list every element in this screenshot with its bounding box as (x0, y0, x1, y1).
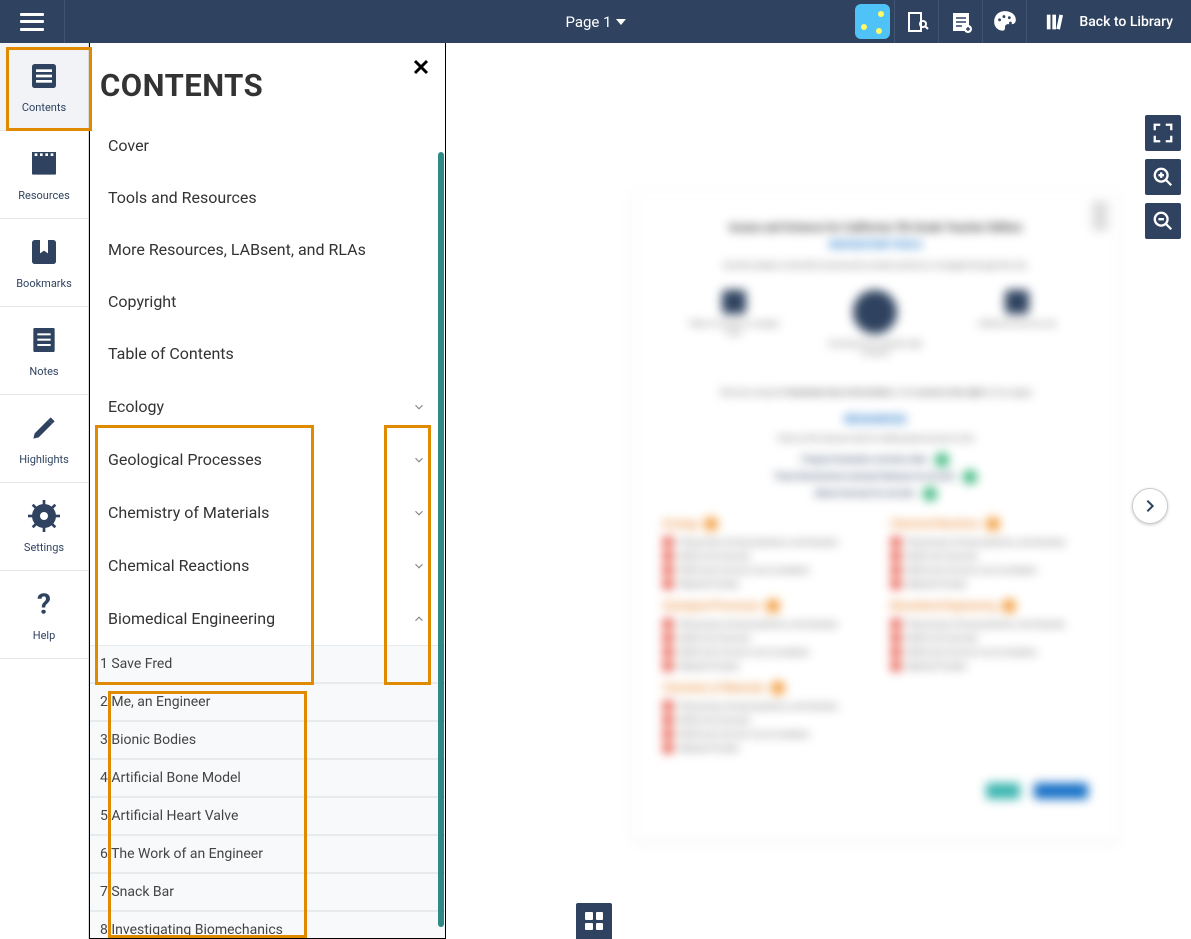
back-to-library-label: Back to Library (1079, 14, 1173, 30)
toc-section-label: Biomedical Engineering (108, 609, 275, 628)
chevron-down-icon (411, 558, 427, 574)
toc-section-label: Geological Processes (108, 450, 262, 469)
sidebar-item-settings[interactable]: Settings (0, 483, 88, 571)
question-icon: ? (27, 587, 61, 621)
sidebar-item-label: Notes (29, 365, 58, 378)
svg-text:?: ? (37, 590, 51, 618)
sidebar-item-notes[interactable]: Notes (0, 307, 88, 395)
contents-panel: CONTENTS Cover Tools and Resources More … (89, 43, 446, 939)
resources-icon (27, 147, 61, 181)
page-indicator[interactable]: Page 1 (565, 13, 625, 31)
fullscreen-button[interactable] (1145, 115, 1181, 151)
chevron-down-icon (411, 452, 427, 468)
thumbnail-grid-button[interactable] (576, 903, 612, 939)
book-search-icon (905, 10, 929, 34)
back-to-library-button[interactable]: Back to Library (1026, 0, 1191, 43)
toc-subitem[interactable]: 7 Snack Bar (90, 873, 445, 911)
toc-section-geological[interactable]: Geological Processes (90, 433, 445, 486)
chevron-down-icon (411, 399, 427, 415)
sidebar-item-label: Resources (18, 189, 70, 202)
notes-icon (27, 323, 61, 357)
network-tool-button[interactable] (850, 0, 894, 43)
toc-item-table-of-contents[interactable]: Table of Contents (90, 328, 445, 380)
panel-title: CONTENTS (90, 43, 445, 116)
toc-section-label: Chemistry of Materials (108, 503, 269, 522)
sidebar-item-label: Settings (24, 541, 64, 554)
zoom-out-button[interactable] (1145, 203, 1181, 239)
panel-close-button[interactable] (412, 57, 430, 82)
toc-section-ecology[interactable]: Ecology (90, 380, 445, 433)
grid-icon (585, 912, 603, 930)
menu-button[interactable] (0, 0, 65, 43)
zoom-in-icon (1152, 166, 1174, 188)
left-sidebar: Contents Resources Bookmarks Notes Highl… (0, 43, 89, 939)
toc-subitem[interactable]: 4 Artificial Bone Model (90, 759, 445, 797)
toc-item-cover[interactable]: Cover (90, 120, 445, 172)
toc-item-more-resources[interactable]: More Resources, LABsent, and RLAs (90, 224, 445, 276)
sidebar-item-bookmarks[interactable]: Bookmarks (0, 219, 88, 307)
sidebar-item-resources[interactable]: Resources (0, 131, 88, 219)
sidebar-item-label: Contents (22, 101, 66, 114)
chevron-up-icon (411, 611, 427, 627)
page-label: Page 1 (565, 13, 611, 31)
next-page-button[interactable] (1132, 488, 1168, 524)
toc-section-chemical-reactions[interactable]: Chemical Reactions (90, 539, 445, 592)
chevron-down-icon (411, 505, 427, 521)
page-viewer: Issues and Science for California 7th Gr… (446, 43, 1191, 939)
expand-icon (1152, 122, 1174, 144)
sidebar-item-highlights[interactable]: Highlights (0, 395, 88, 483)
panel-scrollbar[interactable] (438, 152, 444, 927)
note-plus-icon (949, 10, 973, 34)
toc-section-label: Chemical Reactions (108, 556, 249, 575)
caret-down-icon (616, 19, 626, 25)
sidebar-item-contents[interactable]: Contents (0, 43, 88, 131)
chevron-right-icon (1142, 498, 1158, 514)
highlighter-icon (27, 411, 61, 445)
contents-icon (27, 59, 61, 93)
toc-subitem[interactable]: 8 Investigating Biomechanics (90, 911, 445, 938)
toc-section-label: Ecology (108, 397, 164, 416)
top-bar: Page 1 Back to Library (0, 0, 1191, 43)
bookmark-icon (27, 235, 61, 269)
network-icon (855, 4, 890, 39)
toc-subitem[interactable]: 3 Bionic Bodies (90, 721, 445, 759)
sidebar-item-label: Bookmarks (16, 277, 72, 290)
toc-section-biomedical[interactable]: Biomedical Engineering (90, 592, 445, 645)
toc-subitem[interactable]: 5 Artificial Heart Valve (90, 797, 445, 835)
toc-subitem[interactable]: 2 Me, an Engineer (90, 683, 445, 721)
sidebar-item-label: Highlights (19, 453, 69, 466)
sidebar-item-label: Help (33, 629, 56, 642)
panel-scroll-area[interactable]: Cover Tools and Resources More Resources… (90, 116, 445, 938)
sidebar-item-help[interactable]: ? Help (0, 571, 88, 659)
zoom-out-icon (1152, 210, 1174, 232)
palette-icon (992, 9, 1018, 35)
palette-button[interactable] (982, 0, 1026, 43)
library-icon (1045, 11, 1067, 33)
search-book-button[interactable] (894, 0, 938, 43)
close-icon (412, 58, 430, 76)
gear-icon (27, 499, 61, 533)
toc-subitem[interactable]: 1 Save Fred (90, 645, 445, 683)
toc-subitem[interactable]: 6 The Work of an Engineer (90, 835, 445, 873)
note-add-button[interactable] (938, 0, 982, 43)
toc-item-copyright[interactable]: Copyright (90, 276, 445, 328)
page-content-blurred: Issues and Science for California 7th Gr… (633, 191, 1118, 841)
toc-item-tools[interactable]: Tools and Resources (90, 172, 445, 224)
toc-section-chemistry-materials[interactable]: Chemistry of Materials (90, 486, 445, 539)
zoom-in-button[interactable] (1145, 159, 1181, 195)
hamburger-icon (20, 13, 44, 31)
